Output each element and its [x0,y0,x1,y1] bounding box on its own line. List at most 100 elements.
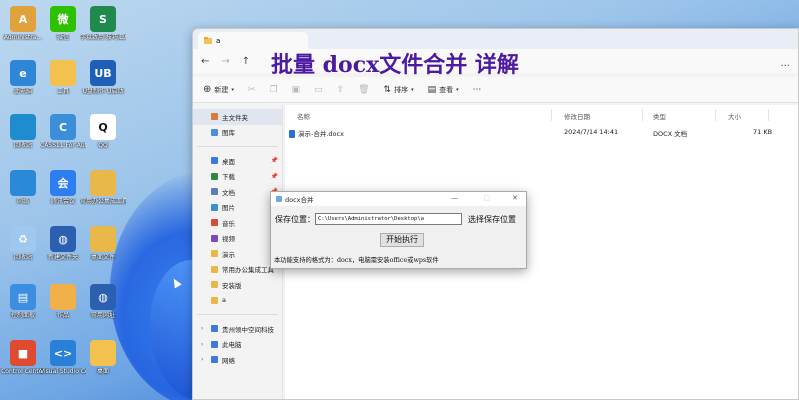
close-icon[interactable]: ✕ [512,194,518,202]
sidebar-item[interactable]: 演示 [193,246,282,262]
choose-location-button[interactable]: 选择保存位置 [468,214,516,225]
up-arrow-icon[interactable]: ↑ [242,56,250,67]
sidebar-item-label: 安装版 [222,281,242,290]
sidebar-item-label: 图库 [222,129,235,138]
paste-icon[interactable]: ▣ [292,85,301,95]
sidebar-item[interactable]: › 此电脑 [193,337,282,353]
sidebar-item[interactable]: 音乐📌 [193,215,282,231]
folder-icon [211,203,218,211]
dialog-titlebar: docx合并 — ▢ ✕ [271,192,526,206]
sidebar-item-label: a [222,296,226,305]
minimize-icon[interactable]: — [451,194,458,202]
plus-circle-icon: ⊕ [203,84,212,95]
desktop-icon-label: 学以致用 技巧汇总.xlsx [80,34,126,41]
save-location-label: 保存位置： [275,214,315,224]
desktop-icon[interactable]: 桌面 [80,340,126,375]
file-row[interactable]: 演示-合并.docx 2024/7/14 14:41 DOCX 文档 71 KB [289,125,789,139]
app-icon [90,226,116,252]
sidebar-item-label: 常用办公集成工具 [222,266,274,275]
sort-button-label: 排序 [394,85,409,94]
desktop-icon[interactable]: Q QQ [80,114,126,149]
app-icon [276,196,282,202]
sidebar-item-label: 文档 [222,188,235,197]
expand-chevron-icon[interactable]: › [201,325,203,332]
column-header-size[interactable]: 大小 [728,111,741,121]
sidebar-item[interactable]: › 网络 [193,352,282,368]
maximize-icon[interactable]: ▢ [483,194,490,202]
expand-chevron-icon[interactable]: › [201,356,203,363]
docx-merge-dialog: docx合并 — ▢ ✕ 保存位置： C:\Users\Administrato… [270,191,527,269]
share-icon[interactable]: ⇪ [337,85,345,95]
chevron-down-icon: ▾ [231,86,234,93]
sidebar-item[interactable]: 主文件夹 [193,109,282,125]
column-divider[interactable] [768,109,769,121]
sidebar-item[interactable]: 图库 [193,125,282,141]
chevron-down-icon: ▾ [411,86,414,93]
app-icon: S [90,6,116,32]
column-divider[interactable] [715,109,716,121]
desktop-icon[interactable]: 常用办公集成工具 [80,170,126,205]
app-icon: ♻ [10,226,36,252]
save-path-input[interactable]: C:\Users\Administrator\Desktop\a [315,213,462,225]
folder-icon [211,250,218,258]
sidebar-divider [197,314,278,315]
app-icon: 微 [50,6,76,32]
toolbar-more-button[interactable]: ··· [473,85,482,95]
desktop-icon-label: QQ [98,142,108,149]
delete-icon[interactable]: 🗑 [358,85,369,95]
column-header-modified[interactable]: 修改日期 [564,111,590,121]
sidebar-item-label: 主文件夹 [222,113,248,122]
column-header-name[interactable]: 名称 [297,111,310,121]
sidebar-item[interactable]: 常用办公集成工具 [193,262,282,278]
sidebar-item[interactable]: 视频📌 [193,231,282,247]
sidebar-item[interactable]: 文档📌 [193,184,282,200]
folder-icon [211,219,218,227]
app-icon [10,170,36,196]
dialog-title: docx合并 [285,196,314,204]
desktop-icon[interactable]: UB U盘制作 U启动 [80,60,126,95]
folder-icon [211,356,218,364]
sort-button[interactable]: ⇅ 排序 ▾ [384,85,414,95]
forward-arrow-icon[interactable]: → [221,56,229,67]
app-icon: A [10,6,36,32]
sidebar-item[interactable]: 图片📌 [193,200,282,216]
column-header-type[interactable]: 类型 [653,111,666,121]
folder-icon [211,340,218,348]
desktop-icon[interactable]: S 学以致用 技巧汇总.xlsx [80,6,126,41]
more-options-icon[interactable]: ··· [780,61,790,72]
back-arrow-icon[interactable]: ← [201,56,209,67]
view-button[interactable]: ▤ 查看 ▾ [428,85,459,95]
expand-chevron-icon[interactable]: › [201,341,203,348]
app-icon: 会 [50,170,76,196]
desktop-icon[interactable]: ◍ 常用网址 [80,284,126,319]
cut-icon[interactable]: ✂ [248,85,256,95]
sort-icon: ⇅ [383,84,392,95]
sidebar-item[interactable]: a [193,293,282,309]
app-icon [50,284,76,310]
app-icon: C [50,114,76,140]
app-icon: <> [50,340,76,366]
column-divider[interactable] [642,109,643,121]
desktop-icon-label: 桌面 [96,368,109,375]
new-button[interactable]: ⊕ 新建 ▾ [203,84,234,95]
sidebar-item-label: 下载 [222,173,235,182]
sidebar-item-label: 网络 [222,356,235,365]
column-divider[interactable] [551,109,552,121]
pin-icon: 📌 [270,157,278,165]
desktop-icon[interactable]: 桌面文件 [80,226,126,261]
sidebar-item[interactable]: 下载 📌 [193,169,282,185]
sidebar-item[interactable]: 桌面 📌 [193,153,282,169]
app-icon [90,340,116,366]
app-icon: ■ [10,340,36,366]
copy-icon[interactable]: ❐ [269,85,277,95]
rename-icon[interactable]: ▭ [314,85,323,95]
start-run-button[interactable]: 开始执行 [380,233,424,247]
sidebar-item[interactable]: › 贵州领中空间科技 [193,321,282,337]
sidebar-item[interactable]: 安装版 [193,277,282,293]
sidebar-item-label: 此电脑 [222,341,242,350]
app-icon: ◍ [50,226,76,252]
app-icon: ◍ [90,284,116,310]
explorer-toolbar: ⊕ 新建 ▾ ✂ ❐ ▣ ▭ ⇪ 🗑 ⇅ 排序 ▾ ▤ 查看 ▾ ··· [193,77,798,103]
tutorial-overlay-title: 批量 docx文件合并 详解 [271,52,519,78]
folder-icon [211,296,218,304]
